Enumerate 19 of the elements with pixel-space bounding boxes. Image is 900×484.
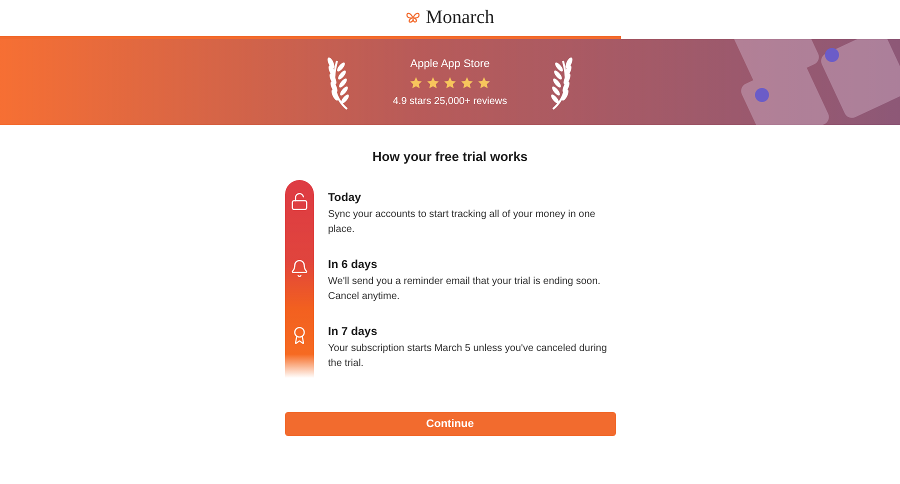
star-icon (476, 76, 491, 90)
unlock-icon (290, 192, 309, 211)
bell-icon (290, 259, 309, 278)
star-icon (408, 76, 423, 90)
star-icon (426, 76, 440, 90)
step-title: Today (328, 192, 362, 204)
star-icon (442, 76, 457, 90)
logo-text: Monarch (426, 7, 494, 29)
step-description: Your subscription starts March 5 unless you've canceled during the trial. (328, 342, 608, 371)
continue-button[interactable]: Continue (284, 412, 616, 436)
butterfly-icon (406, 12, 420, 24)
step-title: In 7 days (328, 326, 378, 338)
star-icon (460, 76, 474, 90)
step-description: We'll send you a reminder email that your trial is ending soon. Cancel anytime. (328, 275, 602, 304)
store-title: Apple App Store (410, 58, 490, 70)
step-title: In 6 days (328, 259, 378, 271)
rating-caption: 4.9 stars 25,000+ reviews (392, 96, 508, 106)
section-heading: How your free trial works (372, 149, 528, 164)
step-description: Sync your accounts to start tracking all of your money in one place. (328, 208, 596, 237)
